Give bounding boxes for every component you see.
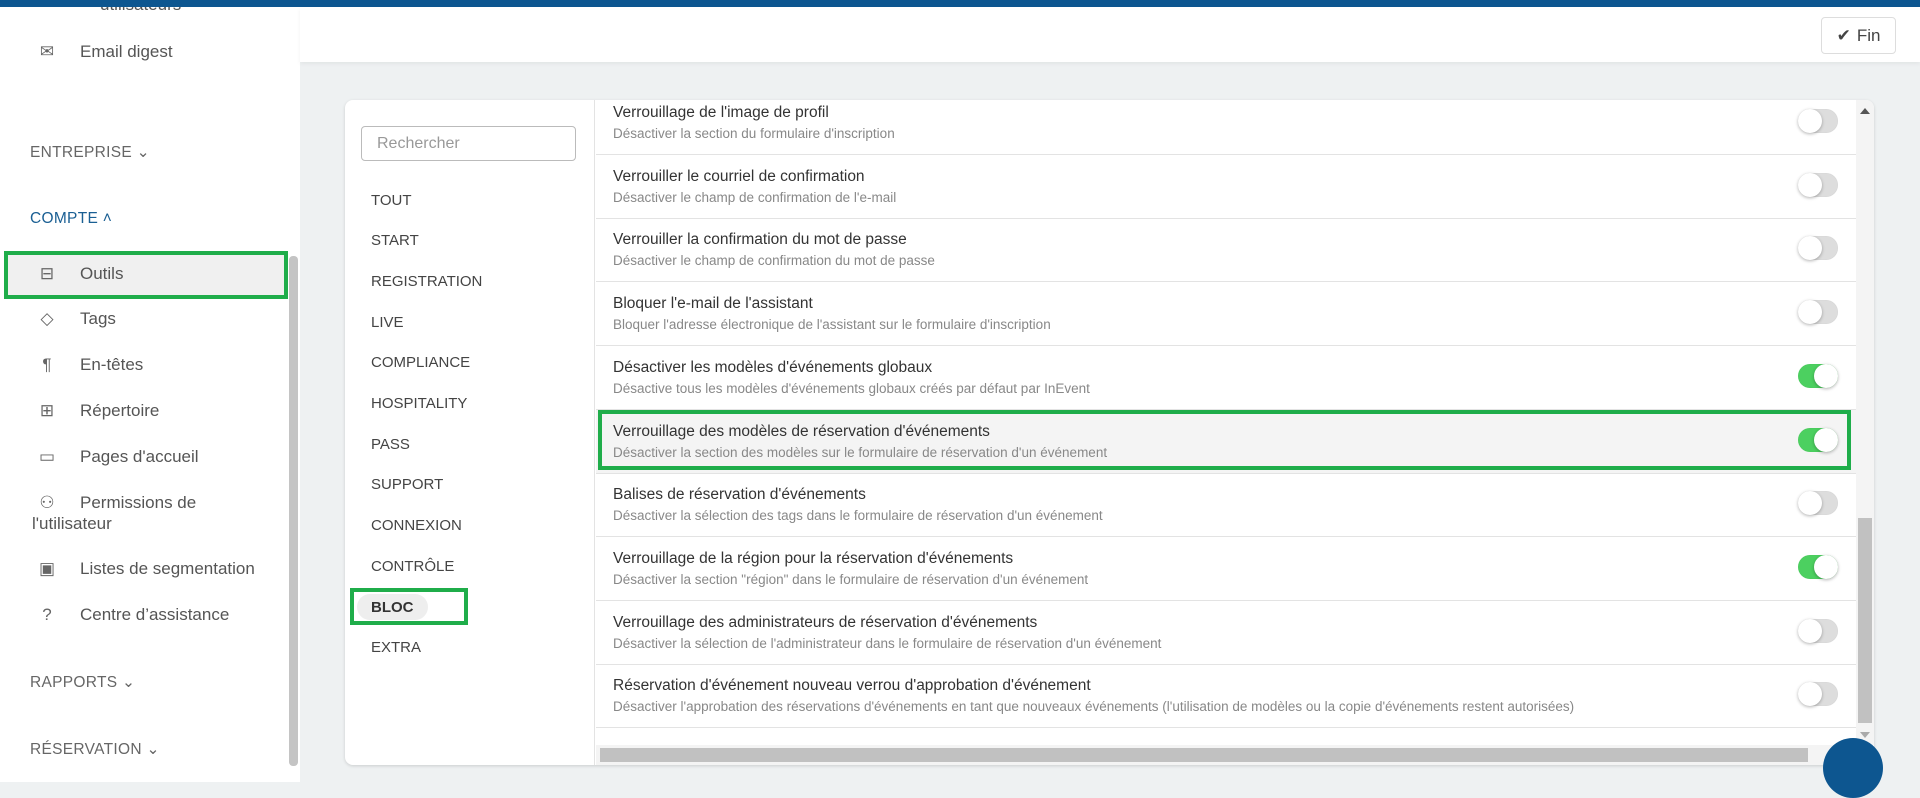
settings-panel: TOUT START REGISTRATION LIVE COMPLIANCE HOSPI… <box>345 100 1874 765</box>
setting-description: Désactiver l'approbation des réservation… <box>613 699 1575 715</box>
section-compte[interactable]: COMPTE ˄ <box>30 210 112 228</box>
setting-description: Désactiver la sélection des tags dans le… <box>613 508 1103 524</box>
setting-title: Bloquer l'e-mail de l'assistant <box>613 295 813 313</box>
header <box>300 7 1920 62</box>
sidebar: utilisateurs ✉Email digest ENTREPRISE ⌄ … <box>0 7 300 782</box>
setting-title: Désactiver les modèles d'événements glob… <box>613 358 933 376</box>
setting-description: Désactiver la sélection de l'administrat… <box>613 635 1162 651</box>
setting-row: Verrouillage des administrateurs de rése… <box>596 601 1856 665</box>
pilcrow-icon: ¶ <box>42 355 52 374</box>
setting-title: Balises de réservation d'événements <box>613 486 866 504</box>
sidebar-item-repertoire[interactable]: ⊞ Répertoire <box>36 400 160 422</box>
help-circle-icon: ? <box>42 605 52 624</box>
section-reservation[interactable]: RÉSERVATION ⌄ <box>30 740 160 759</box>
top-bar <box>0 0 1920 7</box>
toolbox-icon: ⊟ <box>39 264 55 283</box>
setting-description: Désactiver la section du formulaire d'in… <box>613 126 895 141</box>
sidebar-item-centre-assistance[interactable]: ? Centre d’assistance <box>36 604 229 626</box>
filter-start[interactable]: START <box>357 228 433 254</box>
setting-row: Verrouillage des modèles de réservation … <box>596 409 1856 474</box>
setting-toggle[interactable] <box>1798 491 1838 516</box>
filter-extra[interactable]: EXTRA <box>357 635 435 661</box>
users-lock-icon: ⚇ <box>39 493 55 512</box>
contact-book-icon: ▣ <box>38 559 56 578</box>
filter-live[interactable]: LIVE <box>357 309 418 335</box>
chevron-down-icon: ⌄ <box>146 741 160 758</box>
envelope-open-icon: ✉ <box>39 42 55 61</box>
setting-row: Verrouillage de l'image de profil Désact… <box>596 100 1856 155</box>
setting-toggle[interactable] <box>1798 300 1838 325</box>
setting-title: Verrouillage des modèles de réservation … <box>613 422 990 440</box>
filter-support[interactable]: SUPPORT <box>357 472 457 498</box>
setting-description: Désactiver le champ de confirmation du m… <box>613 253 935 269</box>
sidebar-item-permissions[interactable]: ⚇ Permissions de <box>36 492 196 514</box>
sidebar-item-clipped[interactable]: utilisateurs <box>100 7 181 15</box>
setting-toggle[interactable] <box>1798 172 1838 197</box>
sidebar-item-permissions-line2[interactable]: l'utilisateur <box>32 514 112 534</box>
sidebar-item-tags[interactable]: ◇ Tags <box>36 308 115 330</box>
filter-connexion[interactable]: CONNEXION <box>357 513 476 539</box>
scrollbar-thumb[interactable] <box>1858 518 1872 723</box>
sidebar-item-outils[interactable]: ⊟ Outils <box>36 263 124 285</box>
chevron-up-icon: ˄ <box>102 210 113 227</box>
scrollbar-thumb[interactable] <box>600 748 1808 762</box>
selected-filter-highlight <box>350 588 468 625</box>
setting-title: Verrouiller le courriel de confirmation <box>613 167 865 185</box>
setting-row: Réservation d'événement nouveau verrou d… <box>596 664 1856 729</box>
setting-toggle[interactable] <box>1798 554 1838 579</box>
section-rapports[interactable]: RAPPORTS ⌄ <box>30 673 135 692</box>
filter-pass[interactable]: PASS <box>357 431 424 457</box>
setting-toggle[interactable] <box>1798 236 1838 261</box>
sitemap-icon: ⊞ <box>39 401 55 420</box>
sidebar-scrollbar[interactable] <box>289 256 298 766</box>
setting-title: Réservation d'événement nouveau verrou d… <box>613 677 1091 695</box>
setting-title: Verrouillage des administrateurs de rése… <box>613 613 1038 631</box>
scroll-up-icon[interactable] <box>1860 108 1870 114</box>
scroll-down-icon[interactable] <box>1860 732 1870 738</box>
filter-compliance[interactable]: COMPLIANCE <box>357 350 484 376</box>
filter-column: TOUT START REGISTRATION LIVE COMPLIANCE HOSPI… <box>345 100 595 765</box>
chevron-down-icon: ⌄ <box>122 674 136 691</box>
filter-tout[interactable]: TOUT <box>357 187 426 213</box>
setting-toggle[interactable] <box>1798 363 1838 388</box>
filter-hospitality[interactable]: HOSPITALITY <box>357 391 481 417</box>
setting-toggle[interactable] <box>1798 618 1838 643</box>
window-icon: ▭ <box>38 447 56 466</box>
tag-icon: ◇ <box>40 309 54 328</box>
sidebar-item-email-digest[interactable]: ✉ Email digest <box>36 41 173 63</box>
setting-description: Désactive tous les modèles d'événements … <box>613 380 1090 396</box>
done-button[interactable]: ✔ Fin <box>1821 17 1896 54</box>
setting-row: Bloquer l'e-mail de l'assistant Bloquer … <box>596 282 1856 347</box>
sidebar-item-listes[interactable]: ▣ Listes de segmentation <box>36 558 255 580</box>
setting-row: Désactiver les modèles d'événements glob… <box>596 346 1856 410</box>
setting-row: Verrouiller le courriel de confirmation … <box>596 155 1856 219</box>
setting-row: Balises de réservation d'événements Désa… <box>596 473 1856 538</box>
setting-row: Verrouiller la confirmation du mot de pa… <box>596 218 1856 283</box>
settings-list: Verrouillage de l'image de profil Désact… <box>596 100 1856 745</box>
setting-title: Verrouillage de la région pour la réserv… <box>613 549 1014 567</box>
setting-title: Verrouiller la confirmation du mot de pa… <box>613 231 907 249</box>
setting-description: Désactiver le champ de confirmation de l… <box>613 189 897 205</box>
sidebar-item-pages-accueil[interactable]: ▭ Pages d'accueil <box>36 446 199 468</box>
setting-title: Verrouillage de l'image de profil <box>613 104 829 121</box>
setting-description: Désactiver la section des modèles sur le… <box>613 444 1108 460</box>
vertical-scrollbar[interactable] <box>1856 100 1874 745</box>
chevron-down-icon: ⌄ <box>136 144 150 161</box>
setting-description: Bloquer l'adresse électronique de l'assi… <box>613 317 1051 333</box>
setting-row: Verrouillage de la région pour la réserv… <box>596 537 1856 601</box>
chat-launcher-button[interactable] <box>1823 738 1883 798</box>
setting-description: Désactiver la section "région" dans le f… <box>613 571 1089 587</box>
setting-toggle[interactable] <box>1798 682 1838 707</box>
search-input[interactable] <box>361 126 576 161</box>
section-entreprise[interactable]: ENTREPRISE ⌄ <box>30 143 150 162</box>
sidebar-item-en-tetes[interactable]: ¶ En-têtes <box>36 354 143 376</box>
filter-registration[interactable]: REGISTRATION <box>357 268 496 294</box>
setting-toggle[interactable] <box>1798 109 1838 133</box>
horizontal-scrollbar[interactable] <box>596 745 1856 765</box>
setting-toggle[interactable] <box>1798 427 1838 452</box>
filter-contrôle[interactable]: CONTRÔLE <box>357 553 468 579</box>
check-icon: ✔ <box>1836 25 1851 45</box>
